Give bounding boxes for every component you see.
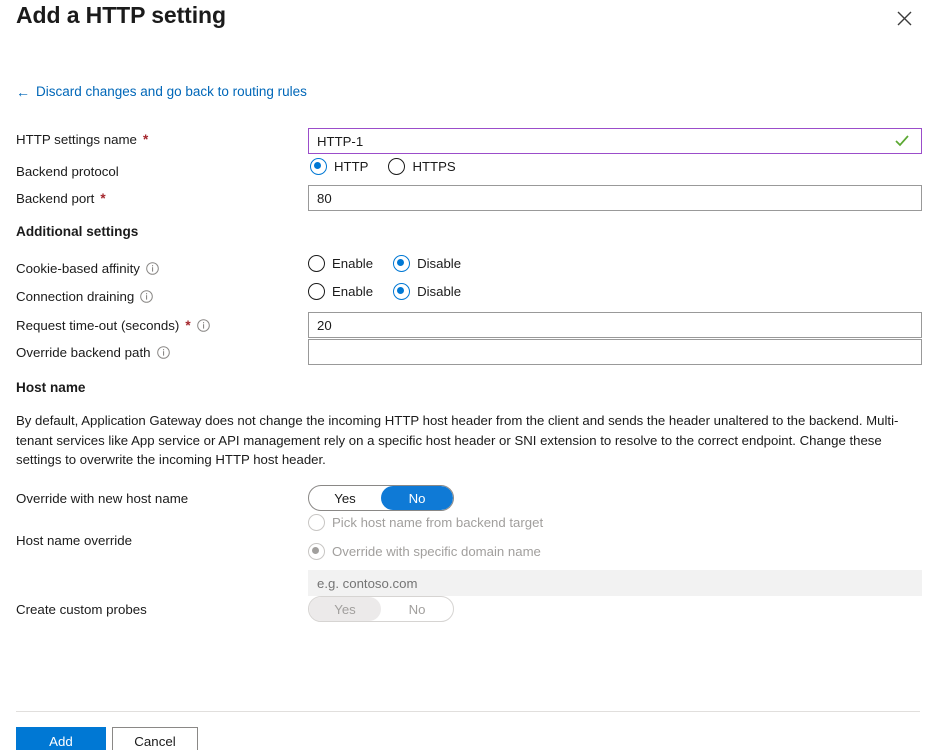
radio-option-disable[interactable]: Disable [393, 282, 462, 300]
radio-indicator [388, 157, 406, 175]
connection-draining-label: Connection draining [16, 289, 154, 304]
backend-protocol-radio-group: HTTP HTTPS [310, 155, 476, 177]
radio-option-http[interactable]: HTTP [310, 157, 369, 175]
toggle-option-no[interactable]: No [381, 597, 453, 621]
info-icon[interactable] [156, 346, 170, 359]
radio-option-disable[interactable]: Disable [393, 254, 462, 272]
footer-divider [16, 711, 920, 712]
override-backend-path-input[interactable] [308, 339, 922, 365]
override-backend-path-label: Override backend path [16, 345, 170, 360]
radio-indicator [393, 254, 411, 272]
required-marker: * [142, 132, 149, 147]
radio-indicator [308, 254, 325, 272]
override-with-new-host-name-label: Override with new host name [16, 491, 189, 506]
create-custom-probes-label: Create custom probes [16, 602, 147, 617]
radio-label: HTTP [334, 158, 369, 174]
request-timeout-label: Request time-out (seconds) * [16, 318, 210, 333]
discard-changes-back-link[interactable]: ← Discard changes and go back to routing… [16, 84, 307, 99]
toggle-option-no[interactable]: No [381, 486, 453, 510]
backend-port-input[interactable] [308, 185, 922, 211]
override-with-new-host-name-toggle[interactable]: Yes No [308, 485, 454, 511]
blade-header: Add a HTTP setting [0, 0, 936, 44]
radio-option-override-specific-domain: Override with specific domain name [308, 542, 541, 560]
radio-label: Disable [417, 255, 462, 271]
request-timeout-input[interactable] [308, 312, 922, 338]
radio-label: Enable [332, 283, 374, 299]
add-button[interactable]: Add [16, 727, 106, 750]
radio-label: Enable [332, 255, 374, 271]
host-name-override-label: Host name override [16, 533, 133, 548]
page-title: Add a HTTP setting [16, 2, 226, 28]
host-name-heading: Host name [16, 380, 86, 395]
required-marker: * [185, 318, 191, 333]
toggle-option-yes[interactable]: Yes [309, 597, 381, 621]
radio-label: Override with specific domain name [332, 543, 541, 559]
radio-option-pick-host-name: Pick host name from backend target [308, 513, 544, 531]
domain-name-input[interactable] [308, 570, 922, 596]
back-link-label: Discard changes and go back to routing r… [36, 84, 307, 99]
create-custom-probes-toggle[interactable]: Yes No [308, 596, 454, 622]
radio-label: Pick host name from backend target [332, 514, 544, 530]
http-settings-name-input[interactable] [308, 128, 922, 154]
cookie-based-affinity-radio-group: Enable Disable [308, 252, 481, 274]
info-icon[interactable] [146, 262, 159, 275]
host-name-description: By default, Application Gateway does not… [16, 413, 899, 467]
radio-indicator [308, 542, 325, 560]
connection-draining-radio-group: Enable Disable [308, 280, 481, 302]
host-name-override-option-override: Override with specific domain name [308, 540, 561, 562]
required-marker: * [100, 191, 106, 206]
cancel-button[interactable]: Cancel [112, 727, 198, 750]
host-name-override-option-pick: Pick host name from backend target [308, 511, 563, 533]
radio-indicator [308, 513, 325, 531]
radio-label: Disable [417, 283, 462, 299]
radio-indicator [308, 282, 325, 300]
backend-port-label: Backend port * [16, 191, 106, 206]
radio-option-enable[interactable]: Enable [308, 254, 374, 272]
radio-indicator [310, 157, 327, 175]
close-icon[interactable] [890, 4, 918, 32]
info-icon[interactable] [196, 319, 210, 332]
info-icon[interactable] [140, 290, 154, 303]
radio-option-https[interactable]: HTTPS [388, 157, 456, 175]
radio-indicator [393, 282, 411, 300]
radio-label: HTTPS [412, 158, 456, 174]
additional-settings-heading: Additional settings [16, 224, 139, 239]
radio-option-enable[interactable]: Enable [308, 282, 374, 300]
left-arrow-icon: ← [16, 83, 30, 100]
http-settings-name-label: HTTP settings name * [16, 132, 149, 147]
toggle-option-yes[interactable]: Yes [309, 486, 381, 510]
cookie-based-affinity-label: Cookie-based affinity [16, 261, 159, 276]
add-http-setting-blade: Add a HTTP setting ← Discard changes and… [0, 0, 936, 750]
backend-protocol-label: Backend protocol [16, 164, 119, 179]
